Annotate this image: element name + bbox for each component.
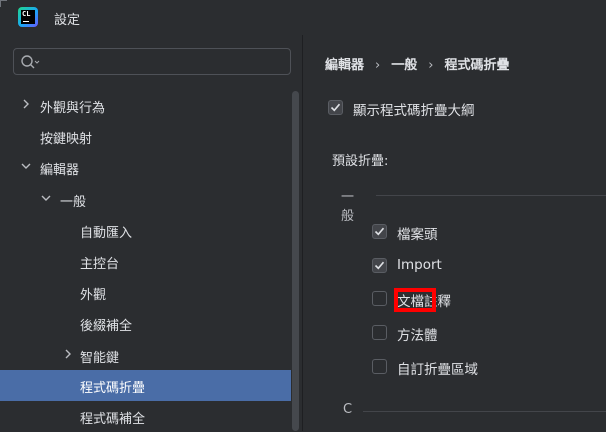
group-title-general: 一般 bbox=[341, 186, 363, 224]
breadcrumb: 編輯器 › 一般 › 程式碼折疊 bbox=[325, 54, 509, 73]
chevron-right-icon[interactable] bbox=[62, 348, 74, 360]
sidebar-item[interactable]: 自動匯入 bbox=[0, 215, 291, 246]
sidebar-item-label: 外觀 bbox=[80, 288, 107, 303]
fold-option-label: Import bbox=[397, 257, 442, 273]
window-corner-mark bbox=[0, 0, 7, 7]
breadcrumb-item[interactable]: 編輯器 bbox=[325, 58, 364, 73]
clion-logo-icon: CL bbox=[18, 7, 38, 27]
fold-option-label: 文檔註釋 bbox=[397, 294, 451, 310]
sidebar-item[interactable]: 編輯器 bbox=[0, 152, 291, 183]
checkmark-icon bbox=[374, 227, 385, 236]
sidebar-item-label: 自動匯入 bbox=[80, 226, 133, 241]
sidebar-item[interactable]: 按鍵映射 bbox=[0, 121, 291, 152]
fold-option-checkbox[interactable] bbox=[372, 325, 387, 340]
chevron-down-icon[interactable] bbox=[20, 160, 32, 172]
fold-option-checkbox[interactable] bbox=[372, 224, 387, 239]
search-icon bbox=[21, 55, 40, 69]
sidebar-item[interactable]: 智能鍵 bbox=[0, 340, 291, 371]
sidebar-item-label: 後綴補全 bbox=[80, 319, 133, 334]
fold-option[interactable]: 方法體 bbox=[372, 323, 552, 345]
fold-option-checkbox[interactable] bbox=[372, 258, 387, 273]
sidebar-item-label: 按鍵映射 bbox=[40, 132, 93, 147]
checkmark-icon bbox=[330, 103, 341, 112]
sidebar-item-label: 主控台 bbox=[80, 257, 120, 272]
show-outline-label: 顯示程式碼折疊大綱 bbox=[353, 103, 475, 119]
sidebar-item-label: 智能鍵 bbox=[80, 351, 120, 366]
fold-option[interactable]: 自訂折疊區域 bbox=[372, 357, 552, 379]
sidebar-item-label: 編輯器 bbox=[40, 163, 80, 178]
breadcrumb-current: 程式碼折疊 bbox=[444, 58, 510, 73]
settings-search-input[interactable] bbox=[13, 48, 291, 75]
sidebar-item[interactable]: 一般 bbox=[0, 184, 291, 215]
breadcrumb-separator-icon: › bbox=[375, 58, 381, 73]
sidebar-item-label: 程式碼折疊 bbox=[80, 381, 146, 396]
settings-content-panel: 編輯器 › 一般 › 程式碼折疊 顯示程式碼折疊大綱 預設折疊: 一般 檔案頭 Impor… bbox=[303, 35, 606, 431]
window-title: 設定 bbox=[54, 13, 81, 28]
chevron-down-icon[interactable] bbox=[40, 192, 52, 204]
title-bar: CL 設定 bbox=[0, 0, 606, 35]
chevron-right-icon[interactable] bbox=[20, 98, 32, 110]
sidebar-item-label: 一般 bbox=[60, 195, 87, 210]
fold-option[interactable]: Import bbox=[372, 256, 552, 278]
fold-option-checkbox[interactable] bbox=[372, 291, 387, 306]
fold-option[interactable]: 檔案頭 bbox=[372, 222, 552, 244]
sidebar-item[interactable]: 外觀 bbox=[0, 277, 291, 308]
default-fold-label: 預設折疊: bbox=[332, 154, 389, 169]
group-title-c: C bbox=[343, 402, 361, 417]
sidebar-item[interactable]: 程式碼補全 bbox=[0, 401, 291, 432]
fold-option[interactable]: 文檔註釋 bbox=[372, 289, 552, 311]
settings-nav-panel: 外觀與行為按鍵映射編輯器一般自動匯入主控台外觀後綴補全智能鍵程式碼折疊程式碼補全 bbox=[0, 35, 302, 431]
sidebar-item[interactable]: 主控台 bbox=[0, 246, 291, 277]
fold-option-label: 方法體 bbox=[397, 328, 438, 344]
show-outline-option[interactable]: 顯示程式碼折疊大綱 bbox=[328, 98, 528, 120]
settings-tree-scrollbar[interactable] bbox=[292, 91, 299, 431]
breadcrumb-item[interactable]: 一般 bbox=[391, 58, 417, 73]
sidebar-item[interactable]: 後綴補全 bbox=[0, 308, 291, 339]
fold-option-label: 檔案頭 bbox=[397, 227, 438, 243]
sidebar-item-label: 外觀與行為 bbox=[40, 101, 106, 116]
group-separator-c bbox=[363, 411, 606, 412]
show-outline-checkbox[interactable] bbox=[328, 100, 343, 115]
sidebar-item-label: 程式碼補全 bbox=[80, 412, 146, 427]
checkmark-icon bbox=[374, 261, 385, 270]
fold-option-checkbox[interactable] bbox=[372, 359, 387, 374]
group-separator-general bbox=[376, 195, 606, 196]
breadcrumb-separator-icon: › bbox=[428, 58, 434, 73]
sidebar-item[interactable]: 外觀與行為 bbox=[0, 90, 291, 121]
fold-option-label: 自訂折疊區域 bbox=[397, 362, 478, 378]
sidebar-item[interactable]: 程式碼折疊 bbox=[0, 370, 291, 401]
